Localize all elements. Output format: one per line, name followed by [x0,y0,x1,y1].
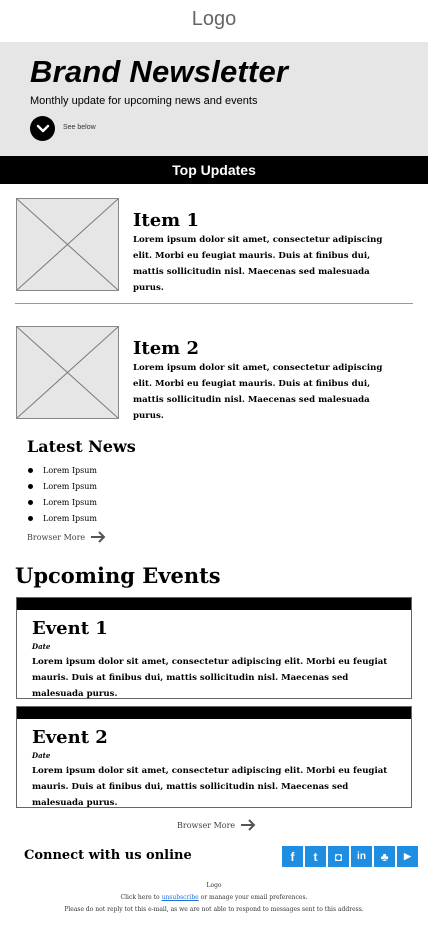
scroll-down-button[interactable] [30,116,55,141]
event-card-bar [17,598,411,610]
section-divider [15,303,413,304]
footer-click-suffix: or manage your email preferences. [200,894,308,901]
event-2-card: Event 2 Date Lorem ipsum dolor sit amet,… [16,706,412,808]
bullet-icon [28,499,33,505]
item-2-title: Item 2 [133,338,200,359]
event-2-text: Lorem ipsum dolor sit amet, consectetur … [32,766,388,808]
latest-news-list: Lorem Ipsum Lorem Ipsum Lorem Ipsum Lore… [27,462,97,526]
news-item-label: Lorem Ipsum [43,513,97,523]
footer-click-prefix: Click here to [120,894,160,901]
browse-more-label: Browser More [27,532,86,542]
snapchat-icon[interactable]: ♣ [374,846,395,867]
logo-text: Logo [191,8,237,30]
list-item[interactable]: Lorem Ipsum [27,494,97,510]
tumblr-icon[interactable]: t [305,846,326,867]
item-1-text: Lorem ipsum dolor sit amet, consectetur … [133,235,383,293]
item-2-image-placeholder [16,326,119,419]
newsletter-title: Brand Newsletter [30,54,289,89]
upcoming-events-heading: Upcoming Events [15,563,221,588]
top-updates-heading: Top Updates [0,156,428,184]
instagram-icon[interactable]: ◘ [328,846,349,867]
event-1-card: Event 1 Date Lorem ipsum dolor sit amet,… [16,597,412,699]
event-card-bar [17,707,411,719]
bullet-icon [28,515,33,521]
news-item-label: Lorem Ipsum [43,497,97,507]
item-1-title: Item 1 [133,210,200,231]
list-item[interactable]: Lorem Ipsum [27,462,97,478]
event-1-title: Event 1 [32,618,108,639]
news-item-label: Lorem Ipsum [43,481,97,491]
event-2-date: Date [32,751,51,760]
news-item-label: Lorem Ipsum [43,465,97,475]
item-2-text: Lorem ipsum dolor sit amet, consectetur … [133,363,383,421]
connect-heading: Connect with us online [24,848,192,863]
chevron-down-icon [36,124,49,132]
facebook-icon[interactable]: f [282,846,303,867]
latest-news-heading: Latest News [27,437,136,456]
newsletter-subtitle: Monthly update for upcoming news and eve… [30,95,258,107]
youtube-icon[interactable]: ▶ [397,846,418,867]
scroll-down-label: See below [63,124,96,131]
news-browse-more-link[interactable]: Browser More [27,531,106,543]
list-item[interactable]: Lorem Ipsum [27,510,97,526]
browse-more-label: Browser More [177,820,236,830]
social-links: f t ◘ in ♣ ▶ [282,846,418,867]
footer-logo: Logo [206,882,222,889]
bullet-icon [28,467,33,473]
footer-note: Please do not reply tot this e-mail, as … [64,906,364,913]
events-browse-more-link[interactable]: Browser More [177,819,256,831]
item-1-image-placeholder [16,198,119,291]
linkedin-icon[interactable]: in [351,846,372,867]
arrow-right-icon [241,819,256,831]
list-item[interactable]: Lorem Ipsum [27,478,97,494]
bullet-icon [28,483,33,489]
event-1-text: Lorem ipsum dolor sit amet, consectetur … [32,657,388,699]
hero-banner: Brand Newsletter Monthly update for upco… [0,42,428,156]
footer-preferences: Click here to unsubscribe or manage your… [0,894,428,901]
arrow-right-icon [91,531,106,543]
event-1-date: Date [32,642,51,651]
event-2-title: Event 2 [32,727,108,748]
unsubscribe-link[interactable]: unsubscribe [162,894,199,901]
